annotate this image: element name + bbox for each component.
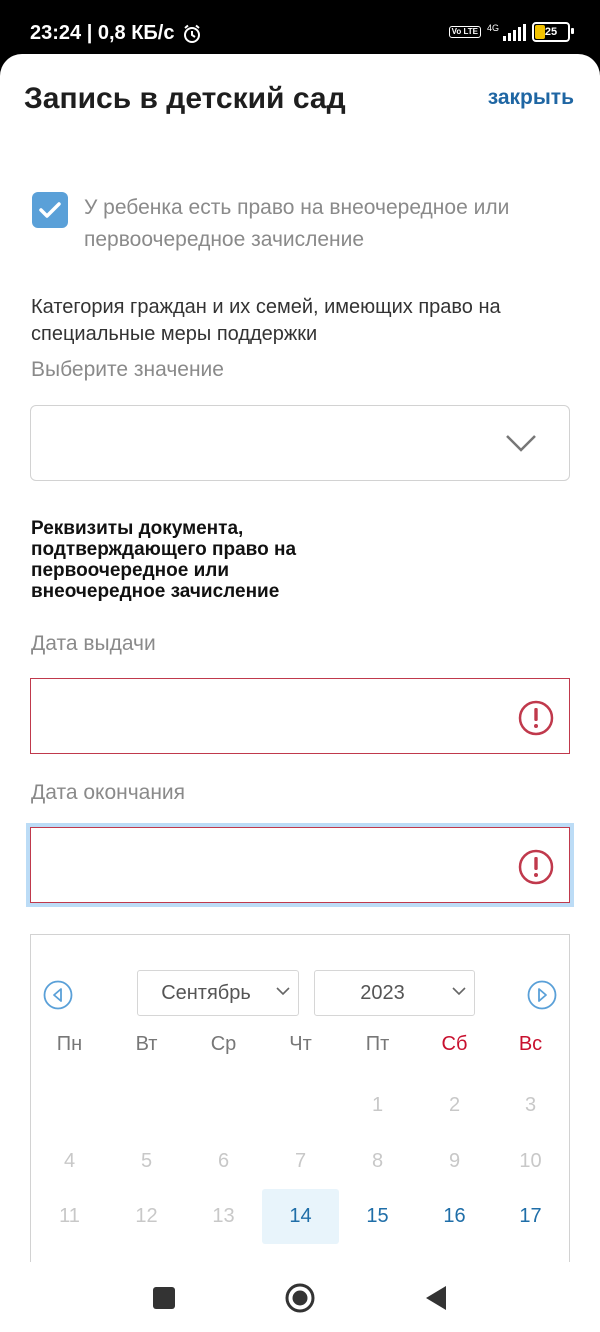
calendar-day[interactable]: 15 <box>339 1189 416 1244</box>
close-button[interactable]: закрыть <box>488 86 574 110</box>
volte-icon: Vo LTE <box>448 26 481 38</box>
calendar-day: 1 <box>371 1094 384 1116</box>
next-month-icon[interactable] <box>527 980 557 1010</box>
year-select[interactable]: 2023 <box>314 970 475 1016</box>
calendar-day: 2 <box>448 1094 461 1116</box>
calendar-day: 8 <box>371 1150 384 1172</box>
system-nav-bar <box>0 1262 600 1332</box>
back-icon[interactable] <box>424 1284 448 1312</box>
calendar-day: 10 <box>519 1150 542 1172</box>
alarm-icon <box>184 24 201 43</box>
battery-level: 25 <box>544 26 558 38</box>
chevron-down-icon <box>506 435 536 452</box>
category-label: Категория граждан и их семей, имеющих пр… <box>31 296 501 345</box>
calendar-day-today[interactable]: 14 <box>262 1189 339 1244</box>
weekday-header: Ср <box>210 1033 237 1055</box>
recents-icon[interactable] <box>153 1287 175 1309</box>
chevron-down-icon <box>452 987 466 996</box>
calendar-day: 4 <box>63 1150 76 1172</box>
page-title: Запись в детский сад <box>24 82 346 115</box>
calendar-day: 6 <box>217 1150 230 1172</box>
calendar-day: 13 <box>212 1205 235 1227</box>
signal-icon: 4G <box>487 23 526 41</box>
category-hint: Выберите значение <box>31 358 224 381</box>
error-icon <box>518 700 554 736</box>
weekday-header: Пт <box>365 1033 390 1055</box>
status-right: Vo LTE 4G 25 <box>448 22 574 42</box>
weekday-header: Сб <box>441 1033 468 1055</box>
enrollment-sheet: Запись в детский сад закрыть У ребенка е… <box>0 54 600 1262</box>
issue-date-input[interactable] <box>30 678 570 754</box>
calendar-day: 12 <box>135 1205 158 1227</box>
end-date-label: Дата окончания <box>31 781 186 804</box>
calendar-day[interactable]: 17 <box>492 1189 569 1244</box>
weekday-header: Вс <box>518 1033 543 1055</box>
month-value: Сентябрь <box>161 982 251 1004</box>
priority-checkbox-label[interactable]: У ребенка есть право на внеочередное или… <box>84 192 574 256</box>
document-section-title: Реквизиты документа, подтверждающего пра… <box>31 518 297 602</box>
time-and-speed: 23:24 | 0,8 КБ/с <box>30 22 175 44</box>
battery-icon: 25 <box>532 22 574 42</box>
category-select[interactable] <box>30 405 570 481</box>
calendar-day[interactable]: 16 <box>416 1189 493 1244</box>
issue-date-label: Дата выдачи <box>31 632 156 655</box>
checkmark-icon <box>39 202 61 218</box>
prev-month-icon[interactable] <box>43 980 73 1010</box>
calendar-day: 11 <box>59 1205 80 1227</box>
weekday-header: Вт <box>135 1033 158 1055</box>
end-date-input[interactable] <box>30 827 570 903</box>
chevron-down-icon <box>276 987 290 996</box>
calendar-day: 7 <box>294 1150 307 1172</box>
date-picker-calendar: Сентябрь 2023 Пн Вт Ср Чт Пт Сб Вс 1 2 3 4 5 6 7 8 9 10 1… <box>30 934 570 1262</box>
status-left: 23:24 | 0,8 КБ/с <box>30 22 202 45</box>
home-icon[interactable] <box>285 1283 315 1313</box>
calendar-day: 9 <box>448 1150 461 1172</box>
calendar-day: 5 <box>140 1150 153 1172</box>
network-type: 4G <box>486 23 499 33</box>
weekday-header: Пн <box>56 1033 83 1055</box>
priority-checkbox[interactable] <box>32 192 68 228</box>
year-value: 2023 <box>360 982 405 1004</box>
month-select[interactable]: Сентябрь <box>137 970 299 1016</box>
error-icon <box>518 849 554 885</box>
status-bar: 23:24 | 0,8 КБ/с Vo LTE 4G 25 <box>0 0 600 60</box>
weekday-header: Чт <box>289 1033 312 1055</box>
calendar-day: 3 <box>524 1094 537 1116</box>
